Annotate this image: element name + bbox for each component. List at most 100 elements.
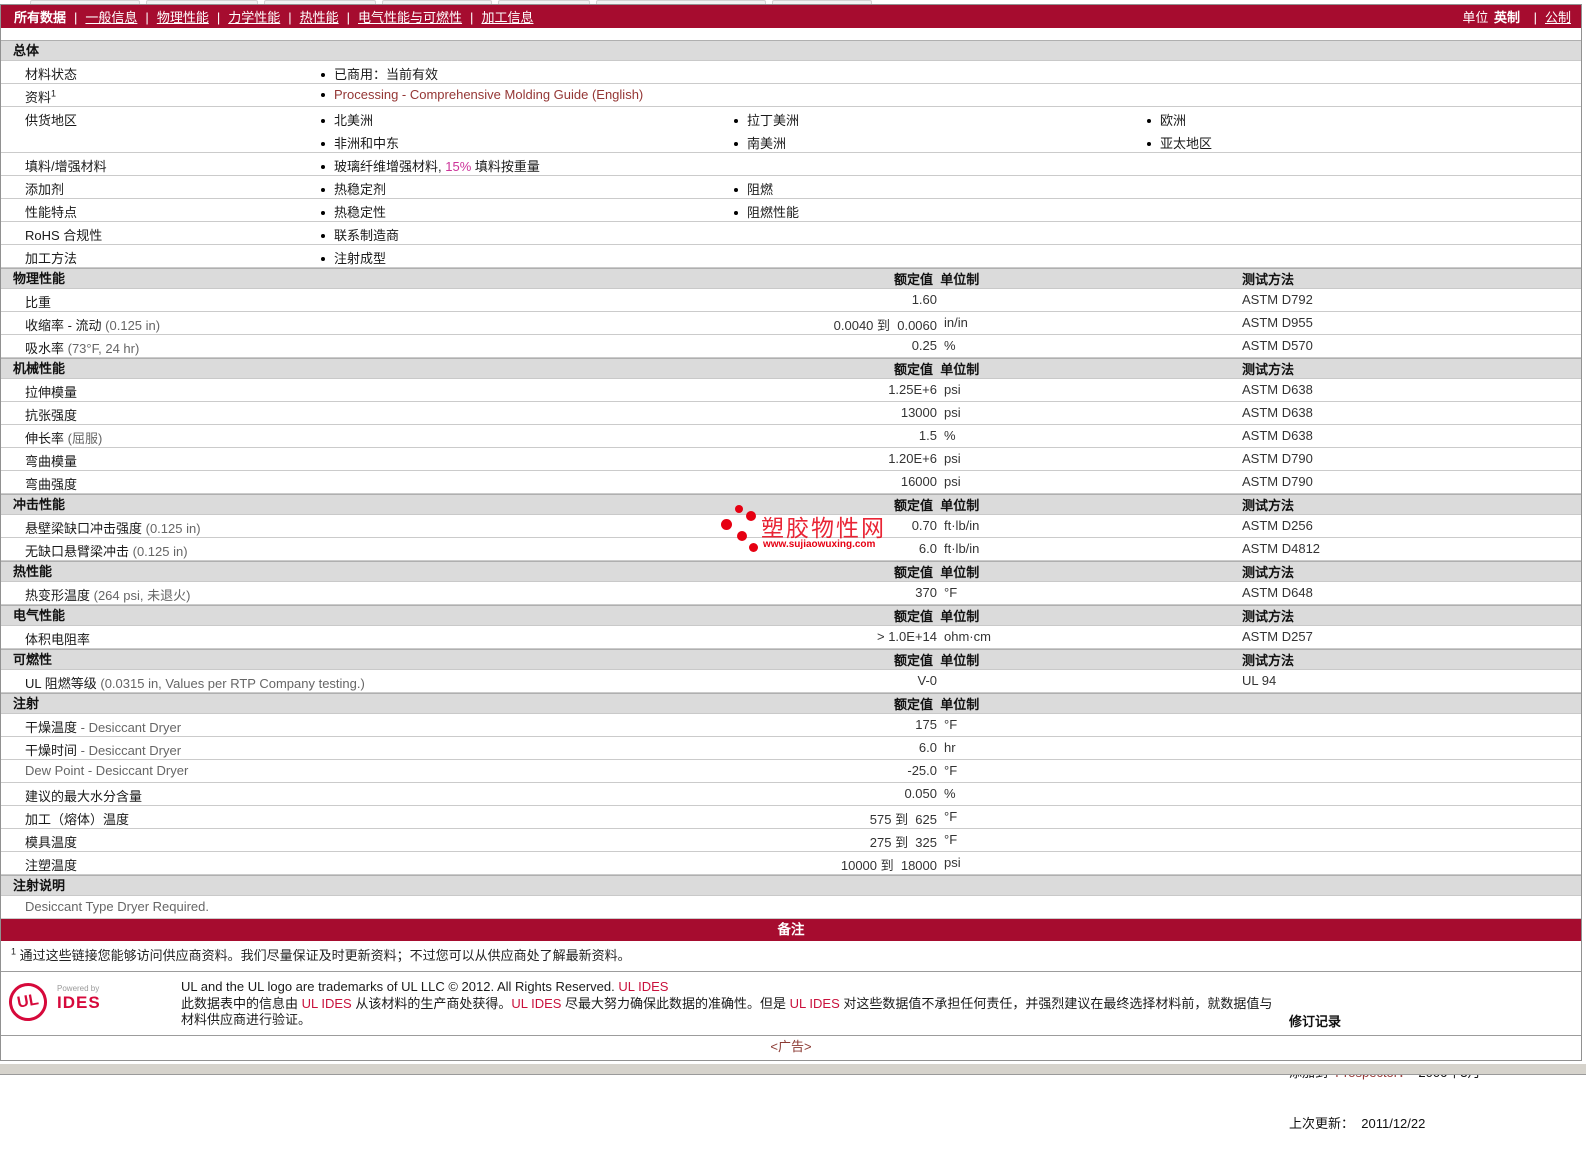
row-label: RoHS 合规性 [25,228,103,243]
property-name: 无缺口悬臂梁冲击 (0.125 in) [25,541,188,560]
nav-tab-mechanical[interactable]: 力学性能 [228,10,280,25]
legal-line-1: UL and the UL logo are trademarks of UL … [181,979,1276,996]
updated-label: 上次更新： [1289,1116,1355,1131]
column-header-value-unit: 额定值 单位制 [894,272,980,287]
property-value: 0.0040 到 0.0060 [833,318,937,333]
test-method: ASTM D955 [1242,315,1313,330]
property-unit: ohm·cm [944,629,991,644]
property-name-text: 抗张强度 [25,408,78,423]
property-unit: psi [944,382,961,397]
bullet-column: 已商用：当前有效 [321,61,438,84]
property-name: 热变形温度 (264 psi, 未退火) [25,585,190,604]
general-row: 性能特点 热稳定性 阻燃性能 [1,199,1581,222]
section-title: 注射 [13,696,40,711]
property-name-text: 干燥时间 [25,743,78,758]
property-name: 加工（熔体）温度 [25,809,129,828]
text-segment: 拉丁美洲 [747,113,800,128]
bullet-item: 已商用：当前有效 [321,61,438,84]
top-navigation-bar: 所有数据 | 一般信息 | 物理性能 | 力学性能 | 热性能 | 电气性能与可燃性 | 加工信息 单位… [1,5,1581,28]
ul-ides-link[interactable]: UL IDES [618,979,668,994]
unit-metric-link[interactable]: 公制 [1545,10,1571,25]
bullet-icon [734,142,738,146]
nav-separator: | [470,10,474,25]
nav-separator: | [74,10,78,25]
bullet-icon [321,234,325,238]
injection-notes-text: Desiccant Type Dryer Required. [25,899,210,914]
property-value: 575 到 625 [869,812,937,827]
nav-tab-thermal[interactable]: 热性能 [300,10,339,25]
column-header-method: 测试方法 [1242,272,1295,287]
nav-tab-electrical-flammability[interactable]: 电气性能与可燃性 [358,10,462,25]
property-row: 悬壁梁缺口冲击强度 (0.125 in) 0.70 ft·lb/in ASTM D25… [1,515,1581,538]
property-unit: % [944,786,956,801]
property-name: 弯曲强度 [25,474,77,493]
property-condition: (0.125 in) [101,318,161,333]
section-title: 总体 [13,43,40,58]
property-row: Dew Point - Desiccant Dryer -25.0 °F [1,760,1581,783]
test-method: UL 94 [1242,673,1277,688]
property-value: 1.5 [918,428,937,443]
bullet-item: 欧洲 [1147,107,1212,130]
bullet-item: 阻燃性能 [734,199,799,222]
property-value: 6.0 [918,740,937,755]
bullet-item: 热稳定性 [321,199,386,222]
property-value: 0.050 [904,786,937,801]
bullet-column: Processing - Comprehensive Molding Guide… [321,84,643,107]
property-unit: °F [944,585,958,600]
ul-ides-link[interactable]: UL IDES [302,996,352,1011]
property-row: UL 阻燃等级 (0.0315 in, Values per RTP Compa… [1,670,1581,693]
notes-banner: 备注 [1,919,1581,941]
section-header-flammability: 可燃性 额定值 单位制 测试方法 [1,649,1581,670]
bullet-icon [321,142,325,146]
test-method: ASTM D638 [1242,405,1313,420]
column-header-value-unit: 额定值 单位制 [894,697,980,712]
section-title: 机械性能 [13,361,66,376]
nav-separator: | [145,10,149,25]
property-condition: (264 psi, 未退火) [90,588,191,603]
column-header-value-unit: 额定值 单位制 [894,609,980,624]
section-title: 热性能 [13,564,53,579]
property-name: 抗张强度 [25,405,77,424]
column-header-value-unit: 额定值 单位制 [894,498,980,513]
bullet-icon [321,257,325,261]
nav-tab-physical[interactable]: 物理性能 [157,10,209,25]
column-header-method: 测试方法 [1242,498,1295,513]
test-method: ASTM D570 [1242,338,1313,353]
bullet-icon [734,119,738,123]
property-name: UL 阻燃等级 (0.0315 in, Values per RTP Compa… [25,673,365,692]
property-unit: hr [944,740,956,755]
general-row: 供货地区 北美洲 非洲和中东 拉丁美洲 南美洲 欧洲 亚太地区 [1,107,1581,153]
nav-tab-processing-info[interactable]: 加工信息 [481,10,533,25]
ul-ides-link[interactable]: UL IDES [790,996,840,1011]
ul-logo-text: UL [15,991,40,1012]
nav-separator: | [216,10,221,25]
horizontal-scrollbar[interactable] [0,1063,1586,1075]
document-link[interactable]: Processing - Comprehensive Molding Guide… [334,87,643,102]
text-segment: 亚太地区 [1160,136,1213,151]
ul-ides-link[interactable]: UL IDES [511,996,561,1011]
property-name: 收缩率 - 流动 (0.125 in) [25,315,160,334]
property-name-text: 伸长率 [25,431,65,446]
nav-tab-general-info[interactable]: 一般信息 [85,10,137,25]
property-unit: °F [944,717,958,732]
property-name: 干燥温度 - Desiccant Dryer [25,717,181,736]
property-row: 干燥时间 - Desiccant Dryer 6.0 hr [1,737,1581,760]
property-name-text: 悬壁梁缺口冲击强度 [25,521,143,536]
general-row: 材料状态 已商用：当前有效 [1,61,1581,84]
bullet-item: Processing - Comprehensive Molding Guide… [321,84,643,107]
property-value: 1.20E+6 [888,451,937,466]
nav-tab-all-data[interactable]: 所有数据 [14,10,66,25]
text-segment: 已商用：当前有效 [334,67,439,82]
property-name: 建议的最大水分含量 [25,786,142,805]
section-title: 注射说明 [13,878,66,893]
property-name-text: UL 阻燃等级 [25,676,97,691]
bullet-item: 注射成型 [321,245,386,268]
property-sections: 物理性能 额定值 单位制 测试方法 比重 1.60 ASTM D792 收缩率 - 流动 (… [1,268,1581,875]
property-row: 干燥温度 - Desiccant Dryer 175 °F [1,714,1581,737]
general-row: 加工方法 注射成型 [1,245,1581,268]
property-name: 伸长率 (屈服) [25,428,102,447]
property-qualifier: - Desiccant Dryer [77,720,182,735]
section-header-electrical: 电气性能 额定值 单位制 测试方法 [1,605,1581,626]
property-row: 拉伸模量 1.25E+6 psi ASTM D638 [1,379,1581,402]
property-name: 比重 [25,292,51,311]
